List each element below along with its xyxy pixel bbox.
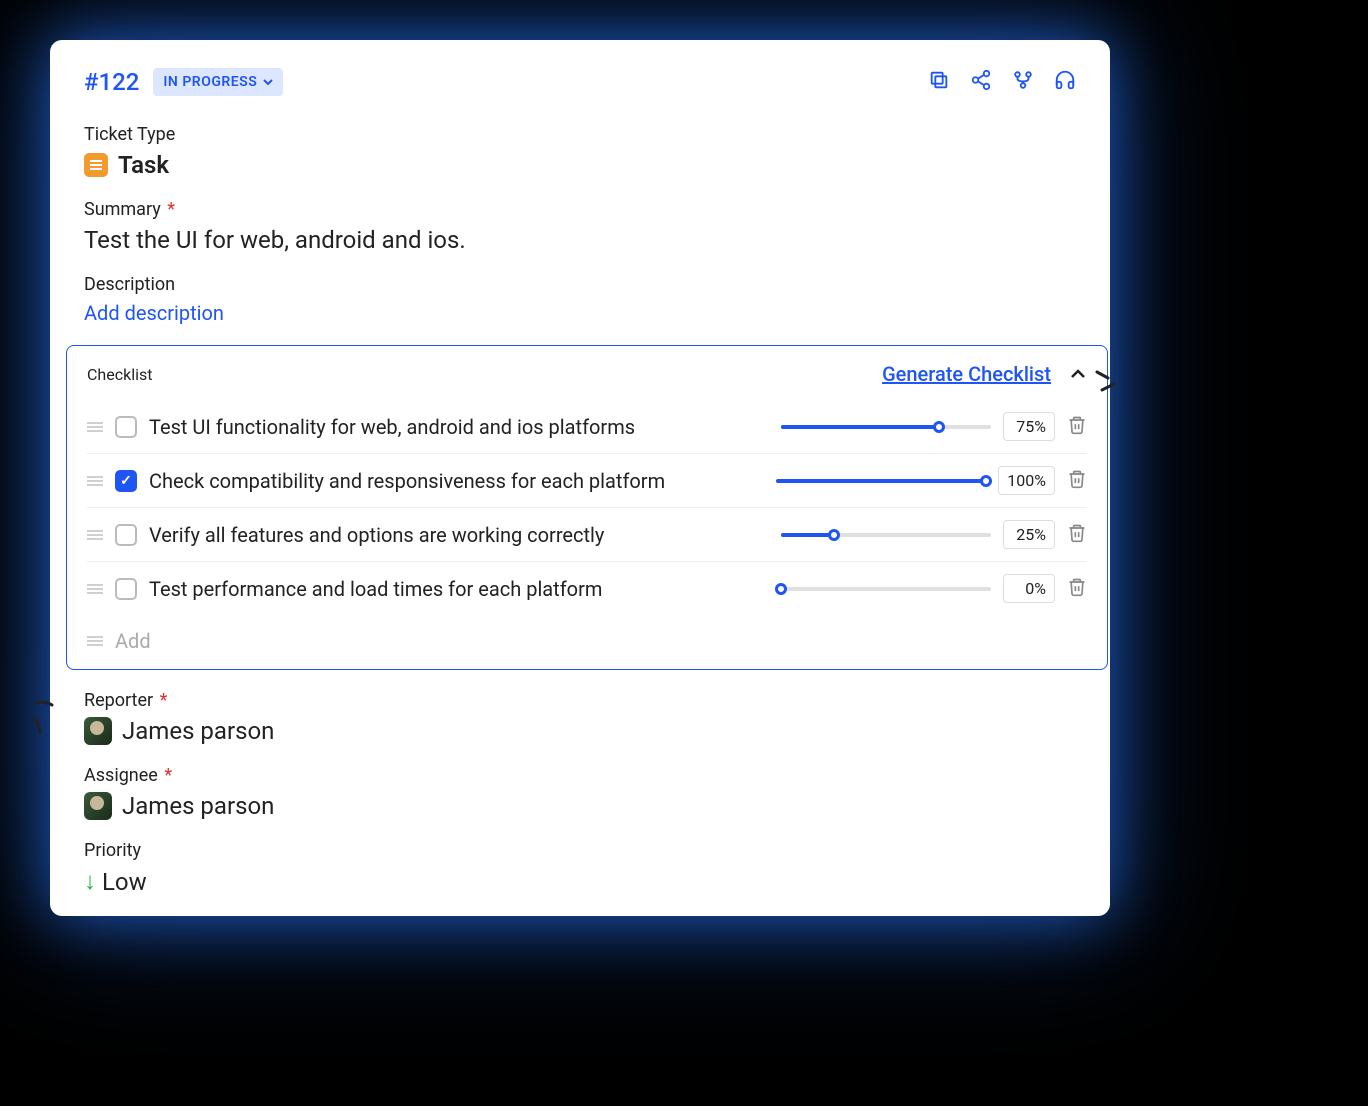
progress-percent: 75%: [1003, 412, 1055, 441]
checklist-item: Check compatibility and responsiveness f…: [87, 454, 1087, 508]
chevron-down-icon: [263, 79, 273, 86]
ticket-type-text: Task: [118, 151, 169, 179]
checklist-add-row[interactable]: Add: [87, 615, 1087, 661]
drag-handle-icon[interactable]: [87, 530, 103, 540]
assignee-name: James parson: [122, 792, 274, 820]
trash-icon[interactable]: [1067, 523, 1087, 547]
ticket-type-label: Ticket Type: [84, 124, 1076, 145]
add-description-link[interactable]: Add description: [84, 301, 1076, 325]
trash-icon[interactable]: [1067, 469, 1087, 493]
chevron-up-icon[interactable]: [1069, 365, 1087, 383]
status-label: IN PROGRESS: [163, 74, 257, 90]
avatar: [84, 717, 112, 745]
branch-icon[interactable]: [1012, 69, 1034, 95]
priority-value[interactable]: ↓ Low: [84, 867, 1076, 896]
checklist-item: Test UI functionality for web, android a…: [87, 400, 1087, 454]
progress-percent: 0%: [1003, 574, 1055, 603]
progress-percent: 25%: [1003, 520, 1055, 549]
decorative-scribble-icon: [28, 695, 68, 735]
summary-label: Summary *: [84, 199, 1076, 220]
priority-text: Low: [102, 868, 147, 896]
checklist-add-placeholder: Add: [115, 629, 151, 653]
assignee-label: Assignee *: [84, 765, 1076, 786]
task-type-icon: [84, 153, 108, 177]
reporter-value[interactable]: James parson: [84, 717, 1076, 745]
progress-slider[interactable]: [781, 530, 991, 540]
checklist-checkbox[interactable]: [115, 578, 137, 600]
checklist-title: Checklist: [87, 365, 152, 384]
ticket-card: #122 IN PROGRESS: [50, 40, 1110, 916]
reporter-label: Reporter *: [84, 690, 1076, 711]
generate-checklist-link[interactable]: Generate Checklist: [882, 362, 1051, 386]
drag-handle-icon[interactable]: [87, 584, 103, 594]
checklist-item-text[interactable]: Test UI functionality for web, android a…: [149, 415, 769, 439]
assignee-value[interactable]: James parson: [84, 792, 1076, 820]
arrow-down-icon: ↓: [84, 867, 96, 896]
drag-handle-icon: [87, 636, 103, 646]
checklist-checkbox[interactable]: [115, 470, 137, 492]
progress-slider[interactable]: [776, 476, 986, 486]
trash-icon[interactable]: [1067, 415, 1087, 439]
checklist-item-text[interactable]: Test performance and load times for each…: [149, 577, 769, 601]
decorative-scribble-icon: [1092, 360, 1132, 400]
checklist-checkbox[interactable]: [115, 416, 137, 438]
progress-slider[interactable]: [781, 584, 991, 594]
checklist-item-text[interactable]: Check compatibility and responsiveness f…: [149, 469, 764, 493]
checklist-item: Test performance and load times for each…: [87, 562, 1087, 615]
trash-icon[interactable]: [1067, 577, 1087, 601]
checklist-checkbox[interactable]: [115, 524, 137, 546]
drag-handle-icon[interactable]: [87, 476, 103, 486]
ticket-header: #122 IN PROGRESS: [84, 68, 1076, 96]
status-dropdown[interactable]: IN PROGRESS: [153, 68, 283, 96]
description-label: Description: [84, 274, 1076, 295]
priority-label: Priority: [84, 840, 1076, 861]
drag-handle-icon[interactable]: [87, 422, 103, 432]
progress-slider[interactable]: [781, 422, 991, 432]
checklist-item-text[interactable]: Verify all features and options are work…: [149, 523, 769, 547]
avatar: [84, 792, 112, 820]
share-icon[interactable]: [970, 69, 992, 95]
summary-value[interactable]: Test the UI for web, android and ios.: [84, 226, 1076, 254]
headphones-icon[interactable]: [1054, 69, 1076, 95]
reporter-name: James parson: [122, 717, 274, 745]
ticket-type-value[interactable]: Task: [84, 151, 1076, 179]
copy-icon[interactable]: [928, 69, 950, 95]
checklist-item: Verify all features and options are work…: [87, 508, 1087, 562]
checklist-panel: Checklist Generate Checklist Test UI fun…: [66, 345, 1108, 670]
ticket-id[interactable]: #122: [84, 68, 139, 96]
progress-percent: 100%: [998, 466, 1055, 495]
